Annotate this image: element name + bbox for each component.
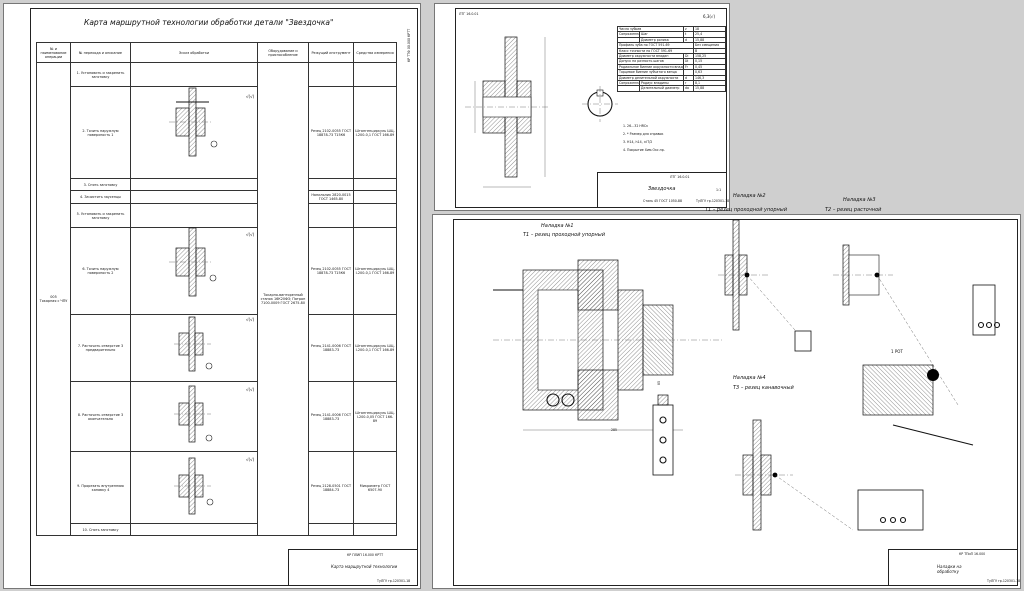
part-stamp-scale: 1:1 <box>716 188 722 192</box>
route-card-stamp: КР ПЛИП 16.000 КРТТ Карта маршрутной тех… <box>288 549 418 586</box>
route-card-sheet: Карта маршрутной технологии обработки де… <box>3 3 421 589</box>
roughness-mark-5: √(√) <box>246 457 255 462</box>
sketch-part-step7 <box>174 316 213 372</box>
roughness-mark-1: √(√) <box>246 94 255 99</box>
roughness-mark-2: √(√) <box>246 232 255 237</box>
part-stamp-name: Звездочка <box>648 186 676 192</box>
setup2-part <box>718 219 812 352</box>
note-1: 1. 26…32 HRCэ <box>623 124 648 128</box>
setup2-subtitle: Т1 – резец проходной упорный <box>705 207 787 213</box>
gear-params-table: Число зубьев z 18 Сопряженная цепьШагt25… <box>617 25 726 92</box>
turret-detail <box>862 364 974 446</box>
setups-stamp-code: КР ТПиП 16.000 <box>959 552 986 556</box>
part-stamp-material: Сталь 45 ГОСТ 1050-88 <box>643 199 682 203</box>
part-drawing-sheet: ЛТГ 16.0.01 6,3(√) Число зубьев z 18 Соп… <box>434 3 730 211</box>
setups-drawing <box>493 219 1001 531</box>
note-4: 4. Покрытие Хим.Окс.пр. <box>623 148 665 152</box>
part-drawing-stamp: ЛТГ 16.0.01 Звездочка 1:1 Сталь 45 ГОСТ … <box>597 172 730 208</box>
roughness-mark-3: √(√) <box>246 317 255 322</box>
roughness-mark-4: √(√) <box>246 387 255 392</box>
part-stamp-code: ЛТГ 16.0.01 <box>670 175 690 179</box>
sketch-part-step9 <box>174 457 214 515</box>
param-group: Сопряженная цепь <box>617 80 640 87</box>
sketch-part-step2 <box>169 87 218 157</box>
param-sym: dа <box>683 85 694 92</box>
tool-holder-1 <box>652 394 674 476</box>
sketch-part-step6 <box>169 227 217 297</box>
chuck-assembly <box>493 259 723 431</box>
param-group: Сопряженная цепь <box>617 31 640 38</box>
setups-sheet: Наладка №1 Т1 – резец проходной упорный … <box>432 193 1021 589</box>
setup3-subtitle: Т2 – резец расточной <box>825 207 882 213</box>
sketch-part-step8 <box>174 385 213 443</box>
param-value: 15,88 <box>693 85 726 92</box>
stamp-org: ТуЛГУ гр.120301-18 <box>377 579 411 583</box>
route-sketches <box>169 87 218 515</box>
param-name: Торцевое биение зубчатого венца <box>617 69 684 76</box>
stamp-code: КР ПЛИП 16.000 КРТТ <box>347 553 384 557</box>
note-3: 3. H14, h14, ±IT/2 <box>623 140 653 144</box>
setup4-part <box>735 419 924 531</box>
param-name: Делительный диаметр <box>639 85 684 92</box>
setups-stamp-org: ТуЛГУ гр.120301-18 <box>987 579 1021 583</box>
stamp-name: Карта маршрутной технологии <box>331 564 398 569</box>
param-group <box>617 85 640 92</box>
setups-stamp: КР ТПиП 16.000 Наладки на обработку ТуЛГ… <box>888 549 1021 586</box>
part-stamp-org: ТуЛГУ гр.120301-18 <box>696 199 730 203</box>
setup2-title: Наладка №2 <box>733 193 766 199</box>
setup3-title: Наладка №3 <box>843 197 876 203</box>
param-name: Диаметр делительной окружности <box>617 74 684 82</box>
setups-stamp-name: Наладки на обработку <box>937 564 962 574</box>
note-2: 2. * Размер для справок <box>623 132 664 136</box>
param-name: Радиальное биение окружности впадин <box>617 63 684 71</box>
